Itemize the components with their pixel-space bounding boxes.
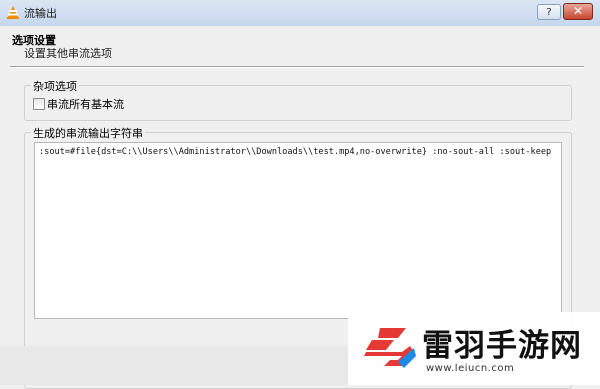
watermark: 雷羽手游网 www.leiucn.com: [348, 312, 600, 385]
output-string-label: 生成的串流输出字符串: [31, 125, 145, 141]
title-bar: 流输出 ? ✕: [0, 0, 600, 27]
stream-all-es-checkbox[interactable]: [33, 98, 45, 110]
sout-string-textarea[interactable]: :sout=#file{dst=C:\\Users\\Administrator…: [34, 142, 562, 319]
watermark-text: 雷羽手游网: [422, 328, 582, 364]
vlc-cone-icon: [7, 6, 19, 19]
watermark-logo-icon: [364, 328, 416, 368]
header-divider: [10, 66, 584, 68]
page-subtitle: 设置其他串流选项: [24, 47, 112, 60]
help-button[interactable]: ?: [537, 4, 561, 20]
watermark-url: www.leiucn.com: [426, 363, 515, 374]
misc-options-label: 杂项选项: [31, 78, 79, 94]
misc-options-group: 杂项选项 串流所有基本流: [24, 78, 572, 121]
close-button[interactable]: ✕: [563, 3, 593, 20]
page-header: 选项设置 设置其他串流选项: [0, 26, 600, 66]
sout-string-text[interactable]: :sout=#file{dst=C:\\Users\\Administrator…: [39, 147, 551, 157]
stream-all-es-label[interactable]: 串流所有基本流: [47, 96, 124, 112]
window-title: 流输出: [24, 7, 57, 20]
